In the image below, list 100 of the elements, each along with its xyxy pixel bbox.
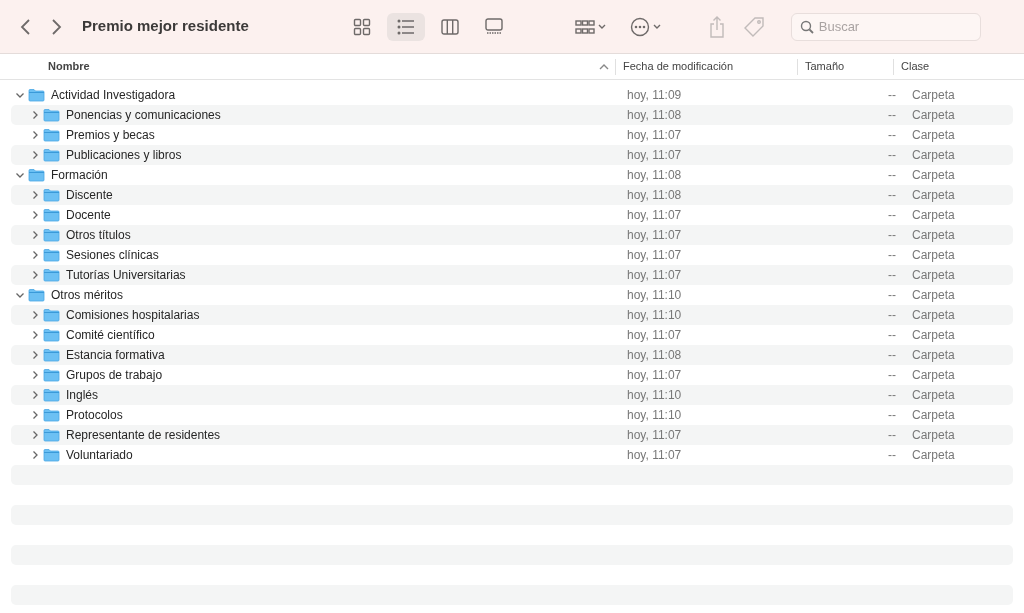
window-title: Premio mejor residente (82, 16, 249, 37)
disclosure-toggle[interactable] (30, 110, 40, 120)
file-kind: Carpeta (912, 108, 955, 122)
folder-icon (28, 88, 45, 102)
folder-icon (43, 268, 60, 282)
file-size: -- (888, 268, 896, 282)
disclosure-toggle[interactable] (15, 290, 25, 300)
grid-icon (352, 17, 371, 36)
folder-icon (43, 368, 60, 382)
file-size: -- (888, 368, 896, 382)
column-header[interactable]: Clase (901, 58, 930, 75)
folder-icon (43, 188, 60, 202)
disclosure-toggle[interactable] (30, 250, 40, 260)
modified-date: hoy, 11:08 (627, 168, 682, 182)
share-icon (708, 15, 725, 38)
folder-name[interactable]: Publicaciones y libros (66, 146, 182, 164)
disclosure-toggle[interactable] (30, 190, 40, 200)
column-header[interactable]: Nombre (48, 58, 90, 75)
disclosure-toggle[interactable] (30, 350, 40, 360)
folder-name[interactable]: Protocolos (66, 406, 123, 424)
caret-icon (652, 23, 661, 30)
grid-icon (574, 18, 595, 35)
modified-date: hoy, 11:07 (627, 248, 682, 262)
disclosure-toggle[interactable] (15, 90, 25, 100)
chevron-right-icon (50, 17, 62, 36)
disclosure-toggle[interactable] (30, 330, 40, 340)
folder-icon (43, 228, 60, 242)
folder-name[interactable]: Comité científico (66, 326, 155, 344)
disclosure-toggle[interactable] (30, 310, 40, 320)
folder-name[interactable]: Estancia formativa (66, 346, 165, 364)
disclosure-toggle[interactable] (30, 390, 40, 400)
file-kind: Carpeta (912, 308, 955, 322)
file-size: -- (888, 88, 896, 102)
disclosure-toggle[interactable] (30, 450, 40, 460)
folder-name[interactable]: Comisiones hospitalarias (66, 306, 200, 324)
folder-name[interactable]: Sesiones clínicas (66, 246, 159, 264)
file-size: -- (888, 328, 896, 342)
folder-icon (43, 428, 60, 442)
folder-name[interactable]: Otros méritos (51, 286, 123, 304)
file-kind: Carpeta (912, 208, 955, 222)
modified-date: hoy, 11:07 (627, 328, 682, 342)
modified-date: hoy, 11:09 (627, 88, 682, 102)
modified-date: hoy, 11:07 (627, 128, 682, 142)
folder-name[interactable]: Docente (66, 206, 111, 224)
search-field[interactable]: Buscar (790, 12, 981, 41)
disclosure-toggle[interactable] (30, 210, 40, 220)
file-size: -- (888, 128, 896, 142)
disclosure-toggle[interactable] (30, 430, 40, 440)
caret-icon (597, 23, 606, 30)
column-header[interactable]: Fecha de modificación (623, 58, 734, 75)
tag-icon (742, 15, 765, 38)
folder-name[interactable]: Inglés (66, 386, 99, 404)
folder-name[interactable]: Grupos de trabajo (66, 366, 163, 384)
folder-name[interactable]: Tutorías Universitarias (66, 266, 186, 284)
modified-date: hoy, 11:10 (627, 388, 682, 402)
file-size: -- (888, 308, 896, 322)
disclosure-toggle[interactable] (30, 230, 40, 240)
folder-name[interactable]: Discente (66, 186, 113, 204)
gallery-icon (484, 17, 503, 36)
modified-date: hoy, 11:07 (627, 368, 682, 382)
folder-name[interactable]: Actividad Investigadora (51, 86, 176, 104)
folder-icon (43, 208, 60, 222)
folder-name[interactable]: Ponencias y comunicaciones (66, 106, 221, 124)
column-header[interactable]: Tamaño (805, 58, 845, 75)
chevron-left-icon (20, 17, 32, 36)
folder-name[interactable]: Premios y becas (66, 126, 155, 144)
modified-date: hoy, 11:07 (627, 148, 682, 162)
file-size: -- (888, 188, 896, 202)
file-kind: Carpeta (912, 388, 955, 402)
disclosure-toggle[interactable] (30, 410, 40, 420)
disclosure-toggle[interactable] (30, 270, 40, 280)
file-size: -- (888, 288, 896, 302)
view-mode-button[interactable] (386, 12, 425, 41)
folder-icon (43, 388, 60, 402)
modified-date: hoy, 11:10 (627, 408, 682, 422)
disclosure-toggle[interactable] (30, 370, 40, 380)
file-kind: Carpeta (912, 348, 955, 362)
modified-date: hoy, 11:07 (627, 448, 682, 462)
modified-date: hoy, 11:08 (627, 348, 682, 362)
file-size: -- (888, 168, 896, 182)
file-kind: Carpeta (912, 248, 955, 262)
modified-date: hoy, 11:10 (627, 288, 682, 302)
folder-icon (28, 288, 45, 302)
file-size: -- (888, 348, 896, 362)
folder-name[interactable]: Formación (51, 166, 108, 184)
disclosure-toggle[interactable] (30, 150, 40, 160)
file-size: -- (888, 428, 896, 442)
folder-name[interactable]: Otros títulos (66, 226, 131, 244)
file-size: -- (888, 108, 896, 122)
modified-date: hoy, 11:08 (627, 108, 682, 122)
disclosure-toggle[interactable] (30, 130, 40, 140)
folder-icon (43, 148, 60, 162)
disclosure-toggle[interactable] (15, 170, 25, 180)
ellipsis-circle-icon (629, 16, 650, 37)
folder-name[interactable]: Voluntariado (66, 446, 133, 464)
file-kind: Carpeta (912, 168, 955, 182)
file-size: -- (888, 148, 896, 162)
folder-icon (43, 108, 60, 122)
folder-name[interactable]: Representante de residentes (66, 426, 221, 444)
folder-icon (43, 348, 60, 362)
